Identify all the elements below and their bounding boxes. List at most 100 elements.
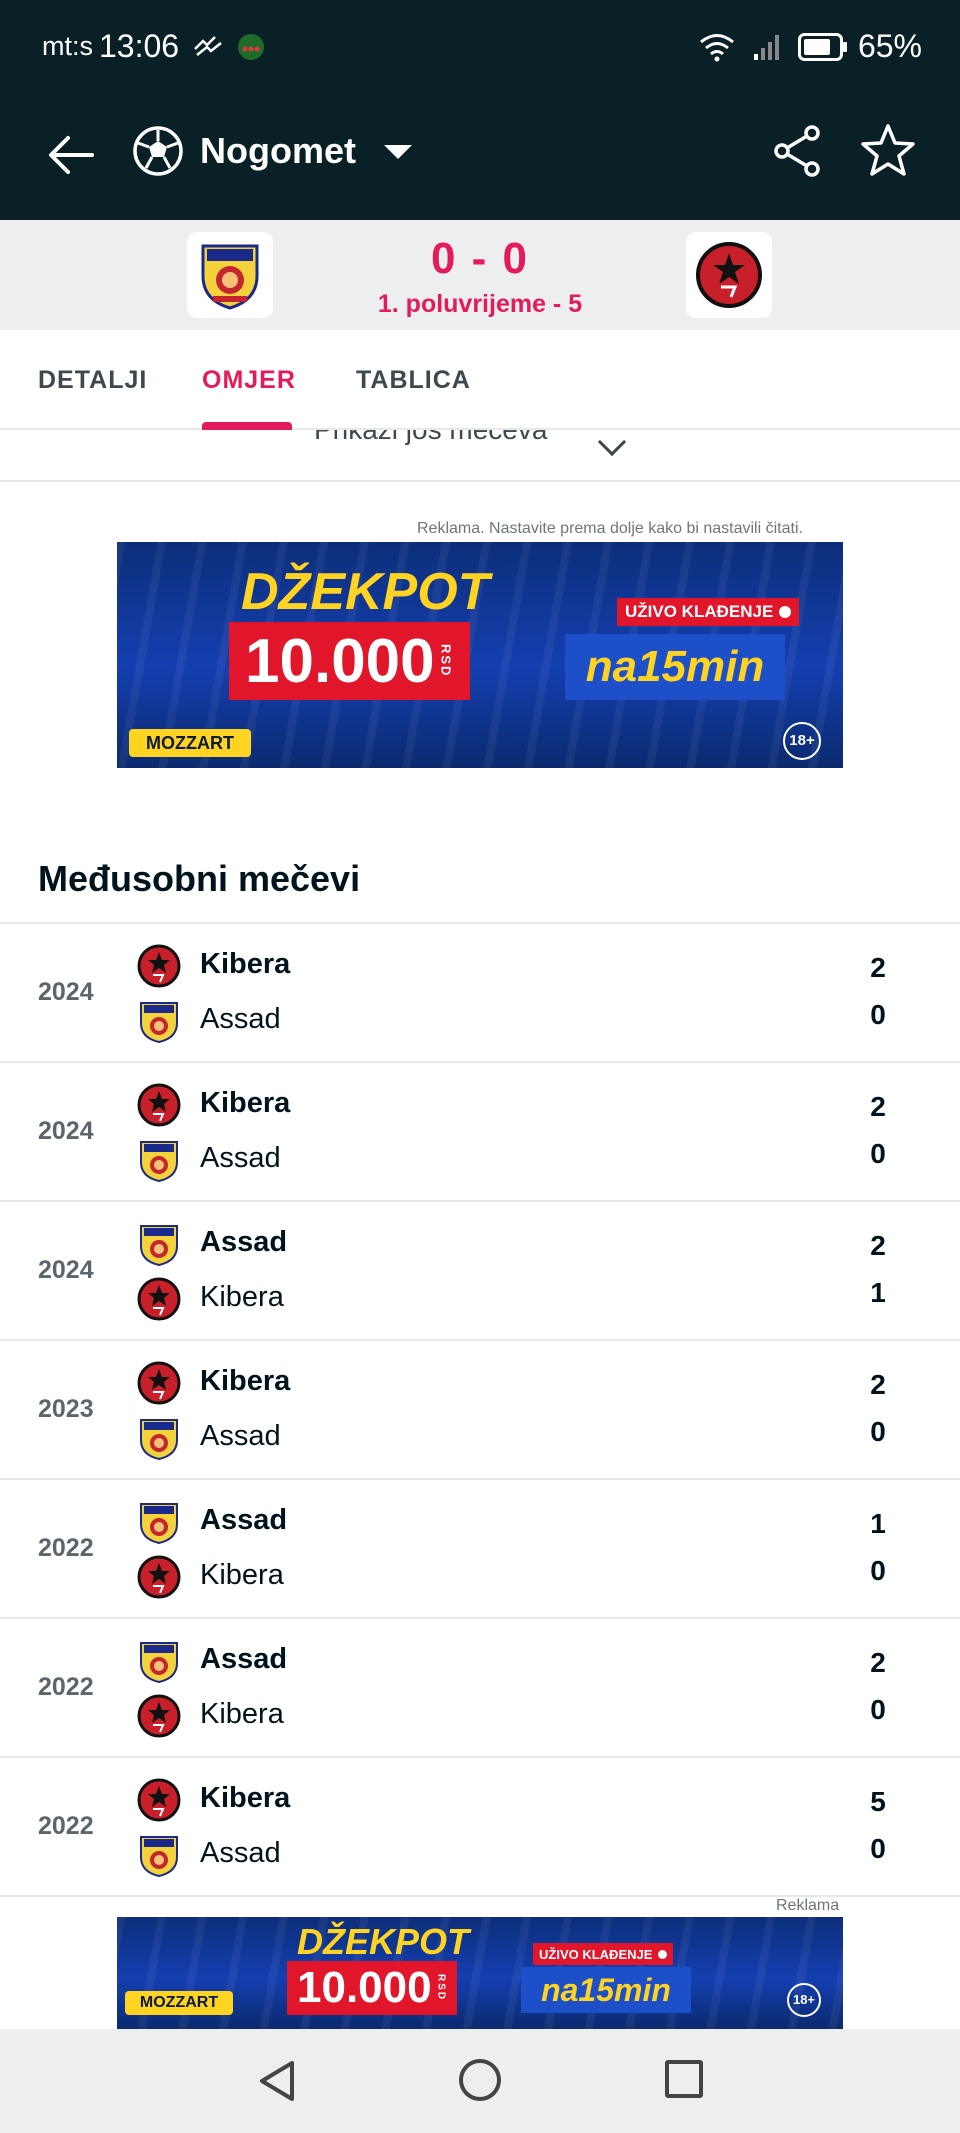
team2-name: Assad [200,1837,281,1869]
match-year: 2024 [38,1117,94,1145]
team2-name: Assad [200,1420,281,1452]
match-year: 2024 [38,978,94,1006]
h2h-match-row[interactable]: 2023 Kibera Assad 2 0 [0,1341,960,1480]
ad-slogan: na15min [521,1967,691,2013]
team2-score: 1 [870,1277,886,1308]
assad-crest-icon [201,244,259,310]
h2h-match-row[interactable]: 2024 Assad Kibera 2 1 [0,1202,960,1341]
team1-name: Assad [200,1643,288,1675]
assad-crest-icon [137,999,181,1044]
match-year: 2022 [38,1812,94,1840]
h2h-match-row[interactable]: 2022 Assad Kibera 2 0 [0,1619,960,1758]
ad-amount-box: 10.000 RSD [287,1961,457,2015]
match-score: 0 - 0 [430,234,530,283]
ad-live-badge: UŽIVO KLAĐENJE [617,598,800,626]
caret-down-icon[interactable] [384,145,412,159]
match-year: 2024 [38,1256,94,1284]
sport-title[interactable]: Nogomet [200,125,356,177]
assad-crest-icon [137,1222,181,1267]
system-nav-bar [0,2029,960,2133]
ad-banner-bottom[interactable]: DŽEKPOT 10.000 RSD UŽIVO KLAĐENJE na15mi… [117,1917,843,2029]
kibera-crest-icon [696,242,762,308]
show-more-matches-button[interactable]: Prikaži još mečeva [0,430,960,482]
active-tab-indicator [202,422,292,430]
kibera-crest-icon [137,1555,181,1599]
ad-jackpot-text: DŽEKPOT [241,563,490,621]
h2h-match-row[interactable]: 2022 Kibera Assad 5 0 [0,1758,960,1897]
ad-jackpot-text: DŽEKPOT [297,1921,470,1962]
match-year: 2022 [38,1673,94,1701]
kibera-crest-icon [137,1361,181,1405]
ad-amount: 10.000 [245,626,435,696]
ad-live-label: UŽIVO KLAĐENJE [625,602,774,621]
ad-amount: 10.000 [297,1963,432,2012]
assad-crest-icon [137,1500,181,1545]
ad-slogan: na15min [565,634,785,700]
team2-name: Assad [200,1142,281,1174]
kibera-crest-icon [137,1277,181,1321]
team1-score: 2 [870,1369,886,1400]
wifi-icon [700,33,734,61]
clock: 13:06 [99,28,180,64]
ad-currency: RSD [438,644,454,678]
h2h-match-row[interactable]: 2024 Kibera Assad 2 0 [0,1063,960,1202]
ad-banner-top[interactable]: DŽEKPOT 10.000 RSD UŽIVO KLAĐENJE na15mi… [117,542,843,768]
signal-icon [753,34,779,60]
team1-name: Kibera [200,1087,291,1119]
match-status: 1. poluvrijeme - 5 [377,290,583,318]
h2h-match-row[interactable]: 2024 Kibera Assad 2 0 [0,924,960,1063]
app-header: Nogomet [0,95,960,220]
team1-score: 2 [870,1647,886,1678]
team1-name: Kibera [200,1782,291,1814]
star-icon[interactable] [858,121,918,181]
ad-age-badge: 18+ [783,722,821,760]
app-notification-icon [238,33,265,60]
team2-score: 0 [870,1694,886,1725]
battery-icon [797,32,847,61]
kibera-crest-icon [137,1694,181,1738]
tab-table[interactable]: TABLICA [356,366,471,395]
team2-score: 0 [870,999,886,1030]
ad-live-badge: UŽIVO KLAĐENJE [533,1943,674,1965]
live-dot-icon [779,606,792,618]
team2-score: 0 [870,1833,886,1864]
tab-odds[interactable]: OMJER [202,366,296,395]
tab-bar: DETALJI OMJER TABLICA [0,330,960,430]
kibera-crest-icon [137,1778,181,1822]
team1-score: 2 [870,1091,886,1122]
team2-score: 0 [870,1416,886,1447]
home-team-crest[interactable] [187,232,273,318]
team1-name: Kibera [200,1365,291,1397]
chevron-down-icon [597,430,627,457]
soccer-ball-icon[interactable] [132,125,184,177]
nav-home-icon[interactable] [459,2059,501,2101]
back-arrow-icon[interactable] [42,125,102,185]
tab-details[interactable]: DETALJI [38,366,147,395]
status-bar: mt:s 13:06 65% [0,0,960,95]
status-bar-right: 65% [698,28,922,65]
h2h-match-row[interactable]: 2022 Assad Kibera 1 0 [0,1480,960,1619]
nav-back-icon[interactable] [254,2057,302,2105]
ad-currency: RSD [435,1974,447,2002]
notification-icon [194,35,222,56]
away-team-crest[interactable] [686,232,772,318]
team2-name: Kibera [200,1698,284,1730]
team1-score: 2 [870,952,886,983]
share-icon[interactable] [770,123,826,179]
kibera-crest-icon [137,1083,181,1127]
team1-name: Assad [200,1504,288,1536]
team2-name: Assad [200,1003,281,1035]
carrier-name: mt:s [42,31,93,61]
kibera-crest-icon [137,944,181,988]
battery-percent: 65% [857,28,922,64]
team1-name: Kibera [200,948,291,980]
h2h-list: 2024 Kibera Assad 2 0 2024 Kibera Assad … [0,922,960,1897]
ad-brand-logo: MOZZART [129,729,251,757]
team2-name: Kibera [200,1559,284,1591]
team2-name: Kibera [200,1281,284,1313]
assad-crest-icon [137,1138,181,1183]
show-more-label: Prikaži još mečeva [314,430,547,446]
live-dot-icon [658,1949,668,1959]
nav-recents-icon[interactable] [665,2060,703,2098]
ad-note: Reklama. Nastavite prema dolje kako bi n… [417,520,803,537]
